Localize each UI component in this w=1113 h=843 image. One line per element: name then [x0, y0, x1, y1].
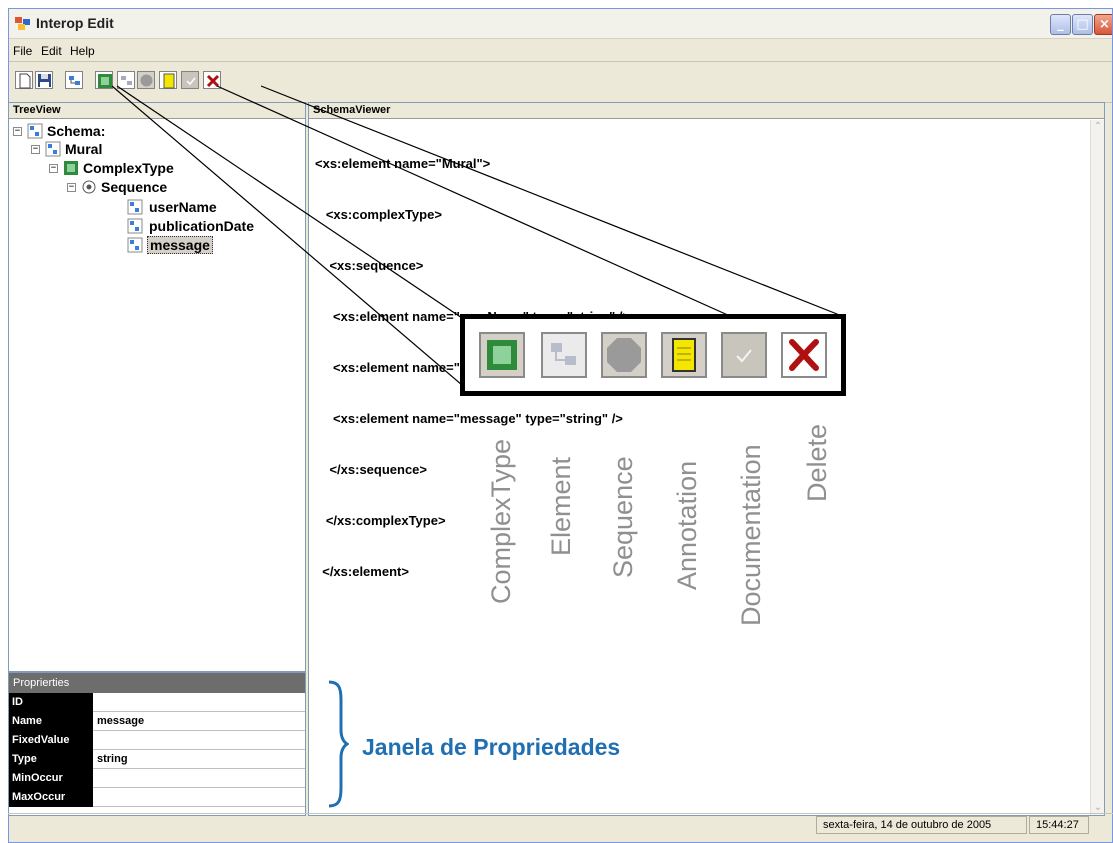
label-sequence: Sequence	[608, 456, 638, 578]
properties-window-label: Janela de Propriedades	[362, 734, 621, 760]
label-annotation: Annotation	[672, 460, 702, 590]
complextype-icon	[479, 332, 525, 378]
label-complextype: ComplexType	[486, 438, 516, 604]
label-delete: Delete	[802, 423, 832, 502]
properties-brace	[328, 680, 349, 808]
label-element: Element	[546, 456, 576, 556]
documentation-icon	[721, 332, 767, 378]
label-documentation: Documentation	[736, 444, 766, 626]
